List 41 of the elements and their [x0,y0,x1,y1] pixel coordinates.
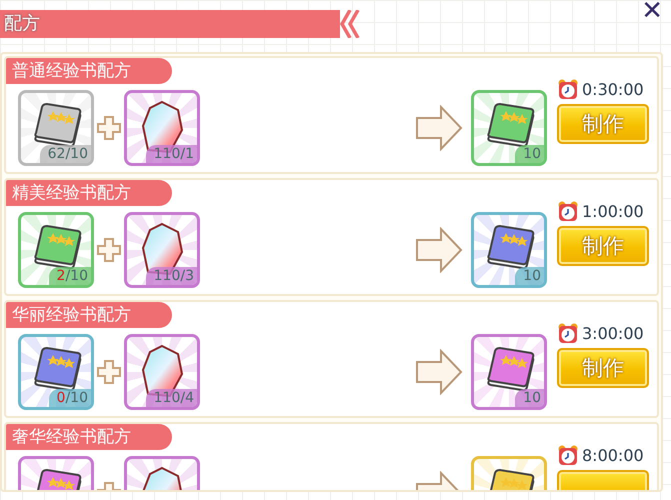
item-slot[interactable]: 2/10 [18,212,94,288]
chevron-icon [340,10,362,38]
item-count: 62/10 [40,145,91,163]
right-arrow-icon [415,227,463,273]
item-count: 10 [515,389,544,407]
alarm-clock-icon [557,444,579,466]
craft-button[interactable]: 制作 [557,348,649,388]
right-arrow-icon [415,349,463,395]
recipe-title: 精美经验书配方 [6,180,172,206]
craft-button[interactable]: 制作 [557,226,649,266]
recipe-title: 奢华经验书配方 [6,424,172,450]
craft-time: 1:00:00 [582,202,644,220]
plus-icon [96,115,122,141]
plus-icon [96,359,122,385]
item-slot[interactable]: 110/4 [124,334,200,410]
close-button[interactable]: ✕ [641,0,663,26]
item-slot[interactable]: 10 [471,212,547,288]
item-slot[interactable]: 10 [471,90,547,166]
item-slot[interactable]: 10 [471,334,547,410]
item-count: 10 [515,145,544,163]
craft-time: 3:00:00 [582,324,644,342]
item-count: 110/4 [146,389,197,407]
alarm-clock-icon [557,322,579,344]
item-count: 110/3 [146,267,197,285]
item-count: 110/1 [146,145,197,163]
item-slot[interactable]: 62/10 [18,90,94,166]
item-count: 10 [515,267,544,285]
right-arrow-icon [415,105,463,151]
item-slot[interactable]: 110/3 [124,212,200,288]
alarm-clock-icon [557,78,579,100]
item-count: 2/10 [48,267,91,285]
plus-icon [96,237,122,263]
recipe-title: 普通经验书配方 [6,58,172,84]
alarm-clock-icon [557,200,579,222]
recipe-title: 华丽经验书配方 [6,302,172,328]
item-slot[interactable]: 110/1 [124,90,200,166]
item-count: 0/10 [48,389,91,407]
craft-time: 8:00:00 [582,446,644,464]
craft-time: 0:30:00 [582,80,644,98]
craft-button[interactable]: 制作 [557,104,649,144]
item-slot[interactable]: 0/10 [18,334,94,410]
